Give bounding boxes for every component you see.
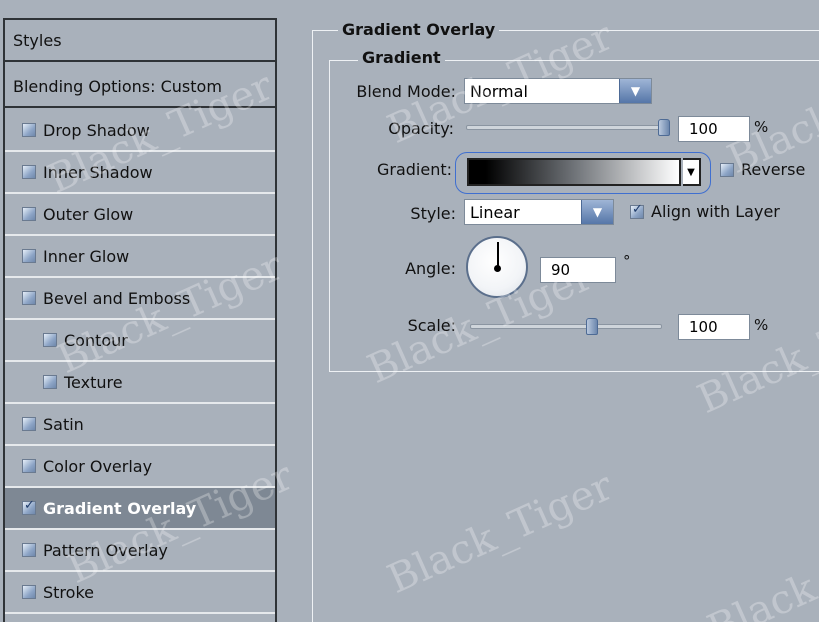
checkbox-icon[interactable] xyxy=(22,165,36,179)
sidebar-item-inner-glow[interactable]: Inner Glow xyxy=(5,236,275,278)
checkbox-icon[interactable] xyxy=(22,207,36,221)
checkbox-icon[interactable] xyxy=(22,417,36,431)
gradient-overlay-panel: Gradient Overlay Gradient Blend Mode: No… xyxy=(300,18,819,622)
style-value: Linear xyxy=(470,202,520,222)
reverse-label: Reverse xyxy=(741,160,806,179)
gradient-picker-focus: ▼ xyxy=(455,152,711,194)
sidebar-item-label: Pattern Overlay xyxy=(43,540,168,560)
scale-input[interactable]: 100 xyxy=(678,314,750,340)
checkbox-icon[interactable] xyxy=(43,333,57,347)
reverse-checkbox[interactable]: Reverse xyxy=(720,160,805,179)
sidebar-item-inner-shadow[interactable]: Inner Shadow xyxy=(5,152,275,194)
sidebar-item-label: Outer Glow xyxy=(43,204,134,224)
style-select[interactable]: Linear ▼ xyxy=(464,199,614,225)
chevron-down-icon[interactable]: ▼ xyxy=(581,200,613,224)
checkbox-checked-icon[interactable] xyxy=(630,202,644,219)
sidebar-item-label: Gradient Overlay xyxy=(43,498,197,518)
sidebar-item-label: Stroke xyxy=(43,582,94,602)
opacity-unit: % xyxy=(754,118,769,136)
checkbox-icon[interactable] xyxy=(22,123,36,137)
angle-hub xyxy=(494,265,501,272)
angle-label: Angle: xyxy=(405,259,456,278)
sidebar-item-outer-glow[interactable]: Outer Glow xyxy=(5,194,275,236)
sidebar-item-satin[interactable]: Satin xyxy=(5,404,275,446)
blending-options-label: Blending Options: Custom xyxy=(13,76,222,96)
align-with-layer-checkbox[interactable]: Align with Layer xyxy=(630,202,780,221)
opacity-label: Opacity: xyxy=(388,119,454,138)
sidebar-item-label: Satin xyxy=(43,414,84,434)
opacity-slider-track[interactable] xyxy=(466,125,670,130)
checkbox-icon[interactable] xyxy=(43,375,57,389)
sidebar-item-label: Contour xyxy=(64,330,128,350)
group-title: Gradient xyxy=(358,48,445,67)
sidebar-item-label: Inner Glow xyxy=(43,246,130,266)
blend-mode-select[interactable]: Normal ▼ xyxy=(464,78,652,104)
opacity-input[interactable]: 100 xyxy=(678,116,750,142)
scale-slider-thumb[interactable] xyxy=(585,318,598,335)
sidebar-item-gradient-overlay[interactable]: Gradient Overlay xyxy=(5,488,275,530)
checkbox-icon[interactable] xyxy=(22,543,36,557)
angle-input[interactable]: 90 xyxy=(540,257,616,283)
checkbox-checked-icon[interactable] xyxy=(22,498,36,515)
style-label: Style: xyxy=(410,204,456,223)
checkbox-icon[interactable] xyxy=(22,249,36,263)
sidebar-item-label: Texture xyxy=(64,372,123,392)
checkbox-icon[interactable] xyxy=(720,162,734,177)
angle-dial[interactable] xyxy=(466,236,528,298)
gradient-preview[interactable] xyxy=(467,158,681,186)
opacity-slider-thumb[interactable] xyxy=(658,119,670,136)
blend-mode-label: Blend Mode: xyxy=(356,82,456,101)
checkbox-icon[interactable] xyxy=(22,585,36,599)
layer-style-dialog: Styles Blending Options: Custom Drop Sha… xyxy=(0,0,819,622)
chevron-down-icon[interactable]: ▼ xyxy=(619,79,651,103)
scale-unit: % xyxy=(754,316,769,334)
scale-slider-track[interactable] xyxy=(470,324,662,329)
sidebar-item-contour[interactable]: Contour xyxy=(5,320,275,362)
sidebar-item-label: Drop Shadow xyxy=(43,120,150,140)
checkbox-icon[interactable] xyxy=(22,459,36,473)
checkbox-icon[interactable] xyxy=(22,291,36,305)
blend-mode-value: Normal xyxy=(470,81,528,101)
styles-header-label: Styles xyxy=(13,30,62,50)
sidebar-item-label: Bevel and Emboss xyxy=(43,288,191,308)
blending-options-item[interactable]: Blending Options: Custom xyxy=(5,66,275,108)
sidebar-item-label: Color Overlay xyxy=(43,456,153,476)
section-title: Gradient Overlay xyxy=(338,20,500,39)
sidebar-item-stroke[interactable]: Stroke xyxy=(5,572,275,614)
styles-header[interactable]: Styles xyxy=(5,20,275,62)
sidebar-item-pattern-overlay[interactable]: Pattern Overlay xyxy=(5,530,275,572)
chevron-down-icon[interactable]: ▼ xyxy=(683,158,701,186)
align-with-layer-label: Align with Layer xyxy=(651,202,780,221)
angle-unit: ° xyxy=(623,252,631,270)
sidebar-item-color-overlay[interactable]: Color Overlay xyxy=(5,446,275,488)
gradient-label: Gradient: xyxy=(376,160,452,179)
scale-label: Scale: xyxy=(407,316,456,335)
sidebar-item-bevel-emboss[interactable]: Bevel and Emboss xyxy=(5,278,275,320)
sidebar-item-drop-shadow[interactable]: Drop Shadow xyxy=(5,110,275,152)
sidebar-item-texture[interactable]: Texture xyxy=(5,362,275,404)
styles-list: Styles Blending Options: Custom Drop Sha… xyxy=(3,18,277,622)
sidebar-item-label: Inner Shadow xyxy=(43,162,153,182)
